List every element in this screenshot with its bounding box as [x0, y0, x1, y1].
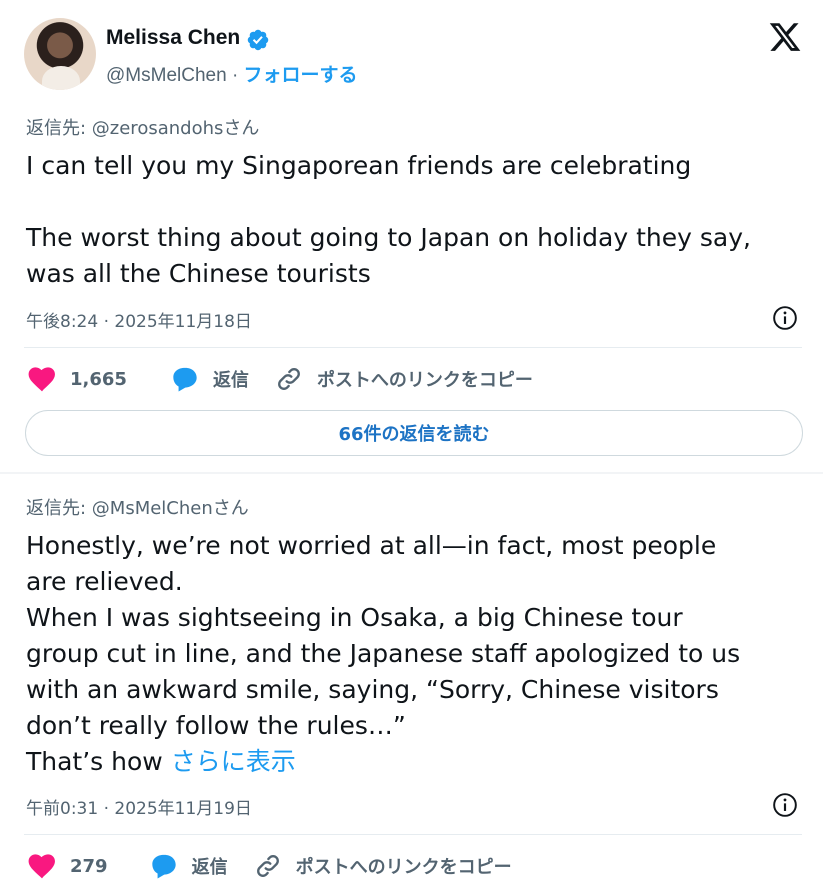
reply-to-label[interactable]: 返信先: @zerosandohsさん [26, 114, 259, 140]
info-icon[interactable] [772, 305, 798, 331]
tweet-card-main: Melissa Chen @MsMelChen · フォローする 返信先: @z… [0, 0, 823, 474]
action-bar: 1,665 返信 ポストへのリンクをコピー [28, 364, 559, 394]
link-icon [278, 368, 300, 390]
heart-icon [28, 367, 55, 392]
info-icon[interactable] [772, 792, 798, 818]
copy-link-button[interactable]: ポストへのリンクをコピー [275, 365, 533, 393]
show-more-link[interactable]: さらに表示 [171, 747, 296, 776]
x-logo-icon[interactable] [767, 20, 803, 54]
speech-bubble-icon [173, 367, 197, 392]
copy-link-label: ポストへのリンクをコピー [316, 370, 533, 391]
author-handle-line: @MsMelChen · フォローする [106, 60, 358, 87]
like-button[interactable]: 279 [28, 853, 108, 879]
reply-button[interactable]: 返信 [150, 853, 228, 879]
tweet-body: Honestly, we’re not worried at all—in fa… [26, 531, 741, 776]
timestamp[interactable]: 午後8:24 · 2025年11月18日 [26, 307, 252, 332]
read-replies-button[interactable]: 66件の返信を読む [25, 410, 803, 456]
action-bar: 279 返信 ポストへのリンクをコピー [28, 851, 538, 881]
like-count: 279 [70, 855, 108, 877]
tweet-card-reply: 返信先: @MsMelChenさん Honestly, we’re not wo… [0, 474, 823, 896]
reply-label: 返信 [191, 857, 228, 878]
like-button[interactable]: 1,665 [28, 366, 127, 392]
divider [24, 347, 802, 348]
link-icon [256, 855, 279, 877]
author-name[interactable]: Melissa Chen [106, 26, 240, 50]
tweet-text: Honestly, we’re not worried at all—in fa… [26, 528, 806, 780]
reply-button[interactable]: 返信 [171, 366, 249, 392]
speech-bubble-icon [151, 854, 176, 879]
timestamp[interactable]: 午前0:31 · 2025年11月19日 [26, 794, 252, 819]
copy-link-label: ポストへのリンクをコピー [295, 857, 512, 878]
like-count: 1,665 [70, 368, 127, 390]
heart-icon [28, 854, 55, 879]
follow-button[interactable]: フォローする [244, 65, 358, 86]
reply-label: 返信 [212, 370, 249, 391]
tweet-text: I can tell you my Singaporean friends ar… [26, 151, 751, 288]
author-handle[interactable]: @MsMelChen [106, 65, 227, 86]
copy-link-button[interactable]: ポストへのリンクをコピー [254, 852, 512, 880]
divider [24, 834, 802, 835]
reply-to-label[interactable]: 返信先: @MsMelChenさん [26, 494, 249, 520]
handle-separator: · [231, 65, 239, 86]
verified-badge-icon [247, 29, 269, 51]
avatar[interactable] [24, 18, 96, 90]
